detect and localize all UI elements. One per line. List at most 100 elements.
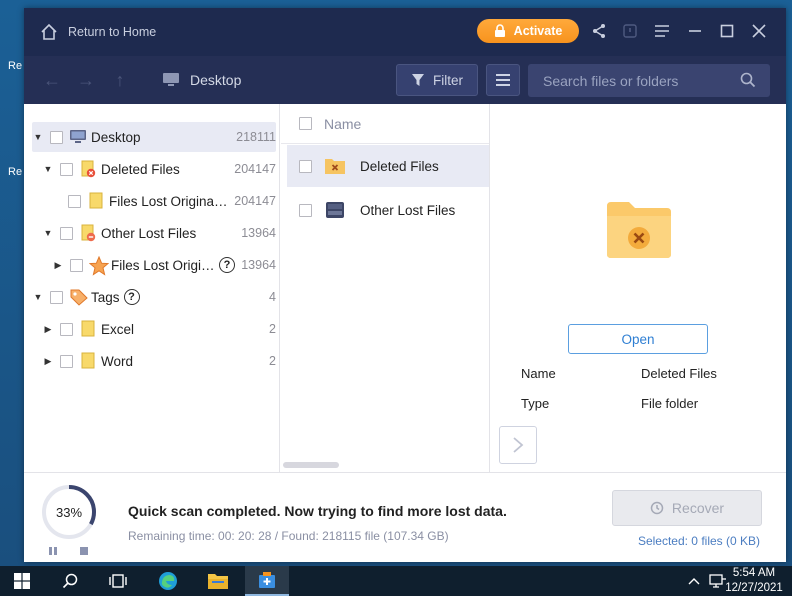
checkbox[interactable] bbox=[60, 354, 73, 368]
tree-item-label: Excel bbox=[101, 321, 135, 337]
help-icon[interactable]: ? bbox=[219, 257, 235, 273]
folder-icon bbox=[208, 574, 228, 589]
type-property-value: File folder bbox=[641, 396, 699, 411]
system-clock[interactable]: 5:54 AM 12/27/2021 bbox=[724, 566, 784, 596]
desktop-icon-label[interactable]: Re bbox=[8, 166, 22, 178]
filter-button[interactable]: Filter bbox=[396, 64, 478, 96]
minimize-icon[interactable] bbox=[686, 22, 704, 40]
activate-label: Activate bbox=[513, 24, 563, 38]
help-icon[interactable]: ? bbox=[123, 289, 140, 305]
tree-item-count: 204147 bbox=[234, 194, 276, 208]
share-icon[interactable] bbox=[590, 22, 608, 40]
collapse-caret-icon[interactable]: ▼ bbox=[42, 164, 54, 174]
horizontal-scrollbar[interactable] bbox=[283, 462, 339, 468]
checkbox[interactable] bbox=[299, 203, 312, 217]
task-view-button[interactable] bbox=[96, 566, 140, 596]
expand-panel-button[interactable] bbox=[499, 426, 537, 464]
checkbox[interactable] bbox=[50, 290, 63, 304]
taskbar: 5:54 AM 12/27/2021 bbox=[0, 566, 792, 596]
tree-item-label: Word bbox=[101, 353, 134, 369]
desktop-icon-label[interactable]: Re bbox=[8, 60, 22, 72]
checkbox[interactable] bbox=[60, 322, 73, 336]
tree-item-files-lost-original[interactable]: Files Lost Original ... 204147 bbox=[32, 186, 276, 216]
activate-button[interactable]: Activate bbox=[477, 19, 579, 43]
title-bar: Return to Home Activate bbox=[24, 8, 786, 56]
tree-item-count: 2 bbox=[269, 354, 276, 368]
tree-item-label: Files Lost Origin... bbox=[111, 257, 215, 273]
collapse-caret-icon[interactable]: ▼ bbox=[32, 132, 44, 142]
tree-item-label: Desktop bbox=[91, 129, 141, 145]
tree-item-deleted-files[interactable]: ▼ Deleted Files 204147 bbox=[32, 154, 276, 184]
search-input[interactable] bbox=[543, 72, 733, 89]
name-property-value: Deleted Files bbox=[641, 366, 717, 381]
back-arrow-icon[interactable]: ← bbox=[42, 70, 62, 90]
recover-button[interactable]: Recover bbox=[612, 490, 762, 526]
name-column-header[interactable]: Name bbox=[324, 116, 361, 132]
edge-browser-button[interactable] bbox=[146, 566, 190, 596]
tree-item-tags[interactable]: ▼ Tags ? 4 bbox=[32, 282, 276, 312]
folder-icon bbox=[79, 320, 97, 338]
lock-icon bbox=[494, 24, 505, 37]
tree-item-desktop[interactable]: ▼ Desktop 218111 bbox=[32, 122, 276, 152]
progress-percent: 33% bbox=[55, 504, 83, 520]
tree-item-word[interactable]: ▶ Word 2 bbox=[32, 346, 276, 376]
selection-summary: Selected: 0 files (0 KB) bbox=[637, 534, 760, 548]
tray-chevron-icon[interactable] bbox=[684, 566, 704, 596]
expand-caret-icon[interactable]: ▶ bbox=[42, 324, 54, 335]
recover-label: Recover bbox=[671, 500, 725, 516]
open-button[interactable]: Open bbox=[568, 324, 708, 354]
return-home-label: Return to Home bbox=[68, 25, 157, 39]
lost-folder-icon bbox=[79, 224, 97, 242]
list-item[interactable]: Deleted Files bbox=[287, 145, 489, 187]
tree-item-label: Files Lost Original ... bbox=[109, 193, 229, 209]
scan-details: Remaining time: 00: 20: 28 / Found: 2181… bbox=[128, 529, 449, 543]
list-header[interactable]: Name bbox=[281, 104, 489, 144]
tree-item-other-lost-files[interactable]: ▼ Other Lost Files 13964 bbox=[32, 218, 276, 248]
file-explorer-button[interactable] bbox=[196, 566, 240, 596]
checkbox[interactable] bbox=[299, 159, 312, 173]
start-button[interactable] bbox=[0, 566, 44, 596]
tree-item-count: 204147 bbox=[234, 162, 276, 176]
search-icon[interactable] bbox=[740, 72, 756, 88]
menu-icon[interactable] bbox=[653, 22, 671, 40]
search-icon bbox=[62, 573, 78, 589]
search-taskbar-button[interactable] bbox=[48, 566, 92, 596]
windows-logo-icon bbox=[14, 573, 30, 589]
view-menu-button[interactable] bbox=[486, 64, 520, 96]
close-icon[interactable] bbox=[750, 22, 768, 40]
preview-folder-icon bbox=[605, 200, 673, 263]
tree-item-excel[interactable]: ▶ Excel 2 bbox=[32, 314, 276, 344]
checkbox[interactable] bbox=[50, 130, 63, 144]
search-box[interactable] bbox=[528, 64, 770, 97]
star-icon bbox=[88, 255, 110, 276]
edge-icon bbox=[159, 572, 177, 590]
return-home-button[interactable]: Return to Home bbox=[40, 20, 156, 44]
tree-item-count: 13964 bbox=[241, 258, 276, 272]
list-item[interactable]: Other Lost Files bbox=[287, 189, 489, 231]
clock-time: 5:54 AM bbox=[732, 567, 776, 579]
checkbox[interactable] bbox=[70, 258, 83, 272]
breadcrumb-label: Desktop bbox=[190, 72, 242, 88]
hamburger-icon bbox=[496, 74, 510, 86]
expand-caret-icon[interactable]: ▶ bbox=[52, 260, 64, 271]
pause-icon[interactable] bbox=[48, 546, 58, 556]
tree-item-label: Tags bbox=[91, 289, 120, 305]
feedback-icon[interactable] bbox=[621, 22, 639, 40]
tree-item-files-lost-origin[interactable]: ▶ Files Lost Origin... ? 13964 bbox=[32, 250, 276, 280]
collapse-caret-icon[interactable]: ▼ bbox=[42, 228, 54, 238]
breadcrumb[interactable]: Desktop bbox=[162, 69, 241, 91]
forward-arrow-icon[interactable]: → bbox=[76, 70, 96, 90]
checkbox[interactable] bbox=[60, 162, 73, 176]
checkbox[interactable] bbox=[68, 194, 81, 208]
checkbox[interactable] bbox=[60, 226, 73, 240]
maximize-icon[interactable] bbox=[718, 22, 736, 40]
tree-item-count: 2 bbox=[269, 322, 276, 336]
expand-caret-icon[interactable]: ▶ bbox=[42, 356, 54, 367]
up-arrow-icon[interactable]: ↑ bbox=[110, 70, 130, 90]
recovery-app-taskbar-button[interactable] bbox=[245, 566, 289, 596]
select-all-checkbox[interactable] bbox=[299, 117, 312, 130]
stop-icon[interactable] bbox=[79, 546, 89, 556]
nav-bar: ← → ↑ Desktop Filter bbox=[24, 56, 786, 104]
detail-panel: Open Name Deleted Files Type File folder bbox=[491, 104, 786, 472]
collapse-caret-icon[interactable]: ▼ bbox=[32, 292, 44, 302]
